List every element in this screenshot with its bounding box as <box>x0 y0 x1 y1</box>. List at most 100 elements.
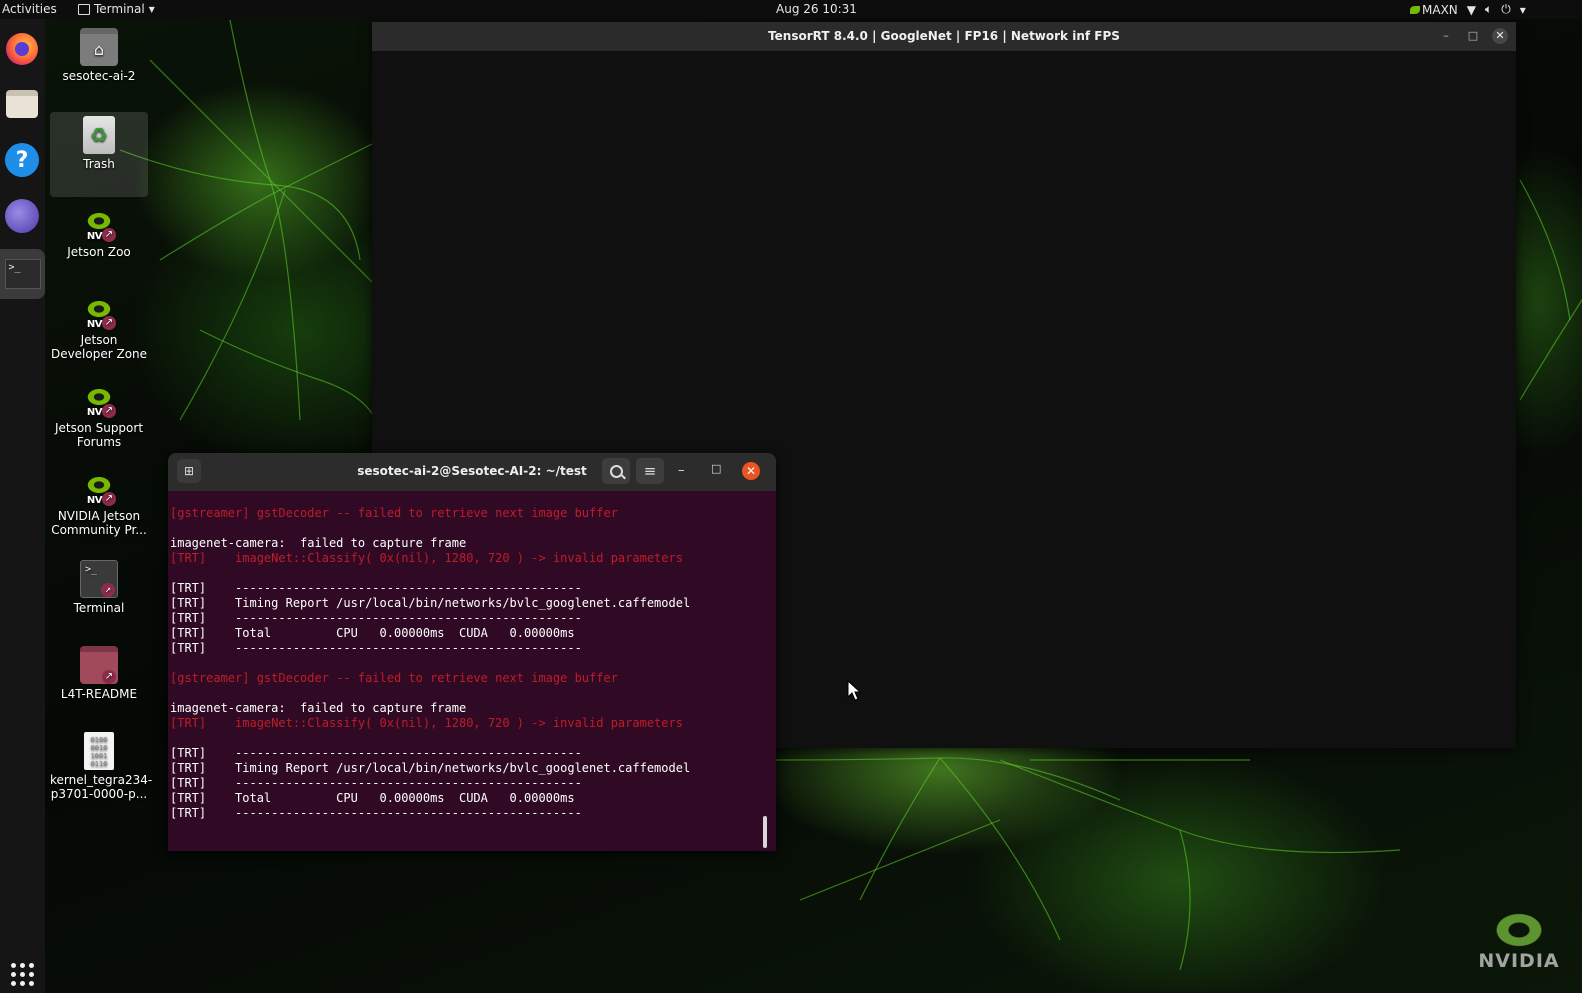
nvidia-icon <box>1410 5 1420 14</box>
app-menu-label: Terminal <box>94 2 145 16</box>
terminal-line: [TRT] Total CPU 0.00000ms CUDA 0.00000ms <box>170 626 575 640</box>
window-title: TensorRT 8.4.0 | GoogleNet | FP16 | Netw… <box>768 29 1120 43</box>
desktop-icon-jetson-community[interactable]: NVIL ↗ NVIDIA Jetson Community Pr... <box>50 468 148 537</box>
desktop-icon-label: Terminal <box>73 601 125 615</box>
terminal-link-icon: >_ ↗ <box>80 560 118 598</box>
system-tray[interactable]: MAXN ▼ 🔈︎ ⏻ ▾ <box>1410 2 1526 17</box>
link-arrow-icon: ↗ <box>102 228 116 242</box>
desktop-icon-kernel-file[interactable]: 0100 0010 1001 0110 kernel_tegra234-p3701-0… <box>50 732 153 801</box>
link-arrow-icon: ↗ <box>102 404 116 418</box>
nvidia-link-icon: NVIL ↗ <box>80 380 118 418</box>
web-icon <box>5 199 39 233</box>
clock[interactable]: Aug 26 10:31 <box>776 2 857 16</box>
search-button[interactable] <box>602 458 630 484</box>
tensorrt-titlebar[interactable]: TensorRT 8.4.0 | GoogleNet | FP16 | Netw… <box>372 22 1516 51</box>
desktop-icon-label: L4T-README <box>60 687 138 701</box>
minimize-button[interactable]: – <box>678 463 685 478</box>
link-arrow-icon: ↗ <box>102 492 116 506</box>
terminal-line: [TRT] Timing Report /usr/local/bin/netwo… <box>170 596 691 610</box>
dock-files[interactable] <box>2 84 42 124</box>
help-icon: ? <box>5 143 39 177</box>
trash-icon: ♻ <box>83 116 115 154</box>
dock-help[interactable]: ? <box>2 140 42 180</box>
link-arrow-icon: ↗ <box>102 316 116 330</box>
hamburger-icon: ≡ <box>643 462 657 480</box>
wifi-icon: ▼ <box>1466 2 1476 17</box>
terminal-line: [TRT] Timing Report /usr/local/bin/netwo… <box>170 761 691 775</box>
desktop-icon-home[interactable]: ⌂ sesotec-ai-2 <box>50 28 148 83</box>
minimize-button[interactable]: – <box>1438 28 1454 44</box>
power-mode-indicator[interactable]: MAXN <box>1410 3 1458 17</box>
terminal-line: [gstreamer] gstDecoder -- failed to retr… <box>170 671 618 685</box>
home-folder-icon: ⌂ <box>80 28 118 66</box>
firefox-icon <box>6 33 38 65</box>
scrollbar[interactable] <box>763 816 767 848</box>
terminal-icon: >_ <box>4 259 41 289</box>
terminal-line: [TRT] ----------------------------------… <box>170 746 582 760</box>
desktop-icon-label: NVIDIA Jetson Community Pr... <box>51 509 147 537</box>
folder-link-icon: ↗ <box>80 646 118 684</box>
nvidia-link-icon: NVIL ↗ <box>80 204 118 242</box>
app-menu[interactable]: Terminal ▾ <box>78 2 155 16</box>
desktop-icon-label: Jetson Support Forums <box>54 421 144 449</box>
maximize-button[interactable]: □ <box>711 462 721 475</box>
volume-icon: 🔈︎ <box>1485 2 1493 16</box>
terminal-line: [TRT] ----------------------------------… <box>170 806 582 820</box>
dock-firefox[interactable] <box>2 29 42 69</box>
nvidia-eye-icon <box>1491 910 1547 950</box>
show-apps-button[interactable] <box>2 954 42 993</box>
close-button[interactable]: ✕ <box>742 462 760 480</box>
terminal-line: [TRT] ----------------------------------… <box>170 581 582 595</box>
terminal-icon <box>78 3 90 15</box>
search-icon <box>609 464 623 478</box>
desktop-icon-jetson-developer-zone[interactable]: NVIL ↗ Jetson Developer Zone <box>50 292 148 361</box>
desktop-icon-label: Trash <box>83 157 115 171</box>
terminal-headerbar[interactable]: ⊞ sesotec-ai-2@Sesotec-AI-2: ~/test ≡ – … <box>168 453 776 491</box>
chevron-down-icon: ▾ <box>148 2 155 16</box>
desktop-icon-trash[interactable]: ♻ Trash <box>50 112 148 197</box>
binary-file-icon: 0100 0010 1001 0110 <box>84 732 114 770</box>
maximize-button[interactable]: □ <box>1465 28 1481 44</box>
terminal-line: [TRT] ----------------------------------… <box>170 641 582 655</box>
apps-grid-icon <box>10 962 34 986</box>
terminal-line: imagenet-camera: failed to capture frame <box>170 536 467 550</box>
terminal-line: [TRT] imageNet::Classify( 0x(nil), 1280,… <box>170 716 683 730</box>
power-mode-label: MAXN <box>1422 2 1458 17</box>
mouse-pointer-icon <box>847 680 861 701</box>
close-button[interactable]: ✕ <box>1492 28 1508 44</box>
terminal-line: [TRT] imageNet::Classify( 0x(nil), 1280,… <box>170 551 683 565</box>
menu-button[interactable]: ≡ <box>636 458 664 484</box>
desktop-icon-jetson-zoo[interactable]: NVIL ↗ Jetson Zoo <box>50 204 148 259</box>
terminal-line: [TRT] ----------------------------------… <box>170 611 582 625</box>
desktop-icon-terminal[interactable]: >_ ↗ Terminal <box>50 560 148 615</box>
power-icon: ⏻ <box>1501 2 1511 16</box>
files-icon <box>6 90 38 118</box>
chevron-down-icon: ▾ <box>1519 2 1526 17</box>
window-title: sesotec-ai-2@Sesotec-AI-2: ~/test <box>357 464 587 478</box>
terminal-line: [TRT] Total CPU 0.00000ms CUDA 0.00000ms <box>170 791 575 805</box>
desktop-icon-jetson-support-forums[interactable]: NVIL ↗ Jetson Support Forums <box>50 380 148 449</box>
desktop-icon-l4t-readme[interactable]: ↗ L4T-README <box>50 646 148 701</box>
terminal-line: [gstreamer] gstDecoder -- failed to retr… <box>170 506 618 520</box>
dock-web[interactable] <box>2 196 42 236</box>
nvidia-link-icon: NVIL ↗ <box>80 292 118 330</box>
nvidia-wordmark: NVIDIA <box>1478 950 1560 972</box>
link-arrow-icon: ↗ <box>102 670 116 684</box>
nvidia-logo: NVIDIA <box>1474 910 1564 972</box>
desktop-icon-label: Jetson Developer Zone <box>50 333 148 361</box>
terminal-window[interactable]: ⊞ sesotec-ai-2@Sesotec-AI-2: ~/test ≡ – … <box>168 453 776 851</box>
dock-terminal[interactable]: >_ <box>0 249 45 299</box>
terminal-output[interactable]: [gstreamer] gstDecoder -- failed to retr… <box>170 506 760 821</box>
top-bar: Activities Terminal ▾ Aug 26 10:31 MAXN … <box>0 0 1582 19</box>
desktop-icon-label: Jetson Zoo <box>67 245 131 259</box>
nvidia-link-icon: NVIL ↗ <box>80 468 118 506</box>
desktop-icon-label: kernel_tegra234-p3701-0000-p... <box>50 773 153 801</box>
terminal-line: imagenet-camera: failed to capture frame <box>170 701 467 715</box>
activities-button[interactable]: Activities <box>2 2 57 16</box>
link-arrow-icon: ↗ <box>101 583 115 597</box>
desktop: Activities Terminal ▾ Aug 26 10:31 MAXN … <box>0 0 1582 993</box>
